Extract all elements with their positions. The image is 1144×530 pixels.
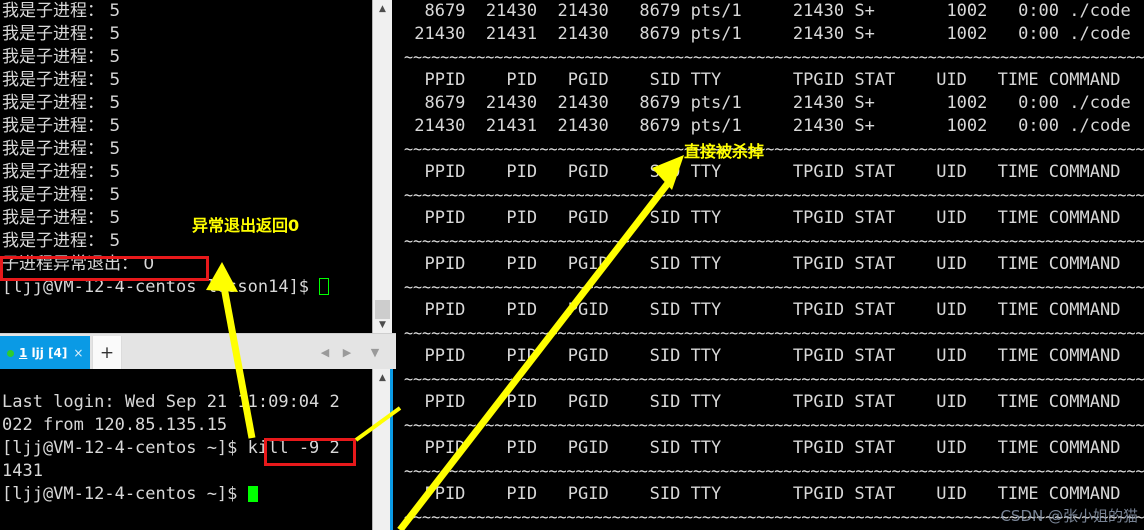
prompt-1: [ljj@VM-12-4-centos ~]$	[2, 438, 248, 458]
tab-status-dot-icon	[7, 349, 14, 357]
scroll-up-icon[interactable]: ▲	[373, 0, 392, 17]
ps-header-row: PPID PID PGID SID TTY TPGID STAT UID TIM…	[404, 70, 1121, 90]
left-top-scrollbar[interactable]: ▲ ▼	[372, 0, 392, 333]
separator-line: ~~~~~~~~~~~~~~~~~~~~~~~~~~~~~~~~~~~~~~~~…	[404, 186, 1144, 204]
separator-line: ~~~~~~~~~~~~~~~~~~~~~~~~~~~~~~~~~~~~~~~~…	[404, 324, 1144, 342]
prompt-line-2: [ljj@VM-12-4-centos ~]$	[0, 483, 368, 506]
ps-header-row: PPID PID PGID SID TTY TPGID STAT UID TIM…	[404, 346, 1121, 366]
ps-header-row: PPID PID PGID SID TTY TPGID STAT UID TIM…	[404, 300, 1121, 320]
process-row: 21430 21431 21430 8679 pts/1 21430 S+ 10…	[404, 116, 1131, 136]
separator-line: ~~~~~~~~~~~~~~~~~~~~~~~~~~~~~~~~~~~~~~~~…	[404, 370, 1144, 388]
ps-header-row: PPID PID PGID SID TTY TPGID STAT UID TIM…	[404, 484, 1121, 504]
separator-line: ~~~~~~~~~~~~~~~~~~~~~~~~~~~~~~~~~~~~~~~~…	[404, 416, 1144, 434]
active-pane-indicator	[390, 369, 393, 530]
tab-menu-icon[interactable]: ▼	[368, 345, 382, 359]
process-row: 8679 21430 21430 8679 pts/1 21430 S+ 100…	[404, 1, 1131, 21]
child-process-output-line: 我是子进程： 5	[2, 162, 121, 182]
text-cursor	[247, 486, 258, 502]
child-process-output-line: 我是子进程： 5	[2, 47, 121, 67]
ps-header-row: PPID PID PGID SID TTY TPGID STAT UID TIM…	[404, 438, 1121, 458]
tab-next-icon[interactable]: ▶	[340, 345, 354, 359]
child-process-output-line: 我是子进程： 5	[2, 208, 121, 228]
tab-label: 1 ljj [4]	[19, 346, 67, 360]
child-process-output-line: 我是子进程： 5	[2, 93, 121, 113]
ps-process-watch-terminal[interactable]: 8679 21430 21430 8679 pts/1 21430 S+ 100…	[400, 0, 1144, 530]
child-process-output-terminal[interactable]: 我是子进程： 5 我是子进程： 5 我是子进程： 5 我是子进程： 5 我是子进程： 5…	[0, 0, 368, 333]
screenshot-root: 我是子进程： 5 我是子进程： 5 我是子进程： 5 我是子进程： 5 我是子进程： 5…	[0, 0, 1144, 530]
kill-command-highlight-box	[264, 438, 356, 466]
ps-header-row: PPID PID PGID SID TTY TPGID STAT UID TIM…	[404, 392, 1121, 412]
annotation-abnormal-exit: 异常退出返回0	[192, 216, 300, 235]
prompt-2: [ljj@VM-12-4-centos ~]$	[2, 484, 248, 504]
separator-line: ~~~~~~~~~~~~~~~~~~~~~~~~~~~~~~~~~~~~~~~~…	[404, 462, 1144, 480]
exit-status-highlight-box	[0, 256, 209, 281]
separator-line: ~~~~~~~~~~~~~~~~~~~~~~~~~~~~~~~~~~~~~~~~…	[404, 232, 1144, 250]
left-bottom-scrollbar[interactable]: ▲	[372, 369, 392, 530]
tab-prev-icon[interactable]: ◀	[318, 345, 332, 359]
child-process-output-line: 我是子进程： 5	[2, 185, 121, 205]
close-icon[interactable]: ×	[73, 346, 83, 360]
text-cursor	[319, 278, 330, 295]
child-process-output-line: 我是子进程： 5	[2, 116, 121, 136]
ps-header-row: PPID PID PGID SID TTY TPGID STAT UID TIM…	[404, 208, 1121, 228]
child-process-output-line: 我是子进程： 5	[2, 1, 121, 21]
child-process-output-line: 我是子进程： 5	[2, 70, 121, 90]
separator-line: ~~~~~~~~~~~~~~~~~~~~~~~~~~~~~~~~~~~~~~~~…	[404, 140, 1144, 158]
terminal-tab-bar[interactable]: 1 ljj [4] × + ◀ ▶ ▼	[0, 333, 396, 370]
tab-user: ljj	[27, 346, 44, 360]
separator-line: ~~~~~~~~~~~~~~~~~~~~~~~~~~~~~~~~~~~~~~~~…	[404, 278, 1144, 296]
new-tab-button[interactable]: +	[92, 336, 122, 370]
tab-count: [4]	[43, 346, 68, 360]
child-process-output-line: 我是子进程： 5	[2, 139, 121, 159]
separator-line: ~~~~~~~~~~~~~~~~~~~~~~~~~~~~~~~~~~~~~~~~…	[404, 48, 1144, 66]
tab-1-ljj[interactable]: 1 ljj [4] ×	[0, 336, 90, 370]
child-process-output-line: 我是子进程： 5	[2, 24, 121, 44]
process-row: 21430 21431 21430 8679 pts/1 21430 S+ 10…	[404, 24, 1131, 44]
csdn-watermark: CSDN @张小姐的猫	[1000, 507, 1138, 525]
ps-header-row: PPID PID PGID SID TTY TPGID STAT UID TIM…	[404, 254, 1121, 274]
ps-header-row: PPID PID PGID SID TTY TPGID STAT UID TIM…	[404, 162, 1121, 182]
login-line-1: Last login: Wed Sep 21 11:09:04 2	[2, 392, 340, 412]
annotation-killed-directly: 直接被杀掉	[684, 142, 765, 161]
login-line-2: 022 from 120.85.135.15	[2, 415, 228, 435]
child-process-output-line: 我是子进程： 5	[2, 231, 121, 251]
scroll-down-icon[interactable]: ▼	[373, 316, 392, 333]
process-row: 8679 21430 21430 8679 pts/1 21430 S+ 100…	[404, 93, 1131, 113]
